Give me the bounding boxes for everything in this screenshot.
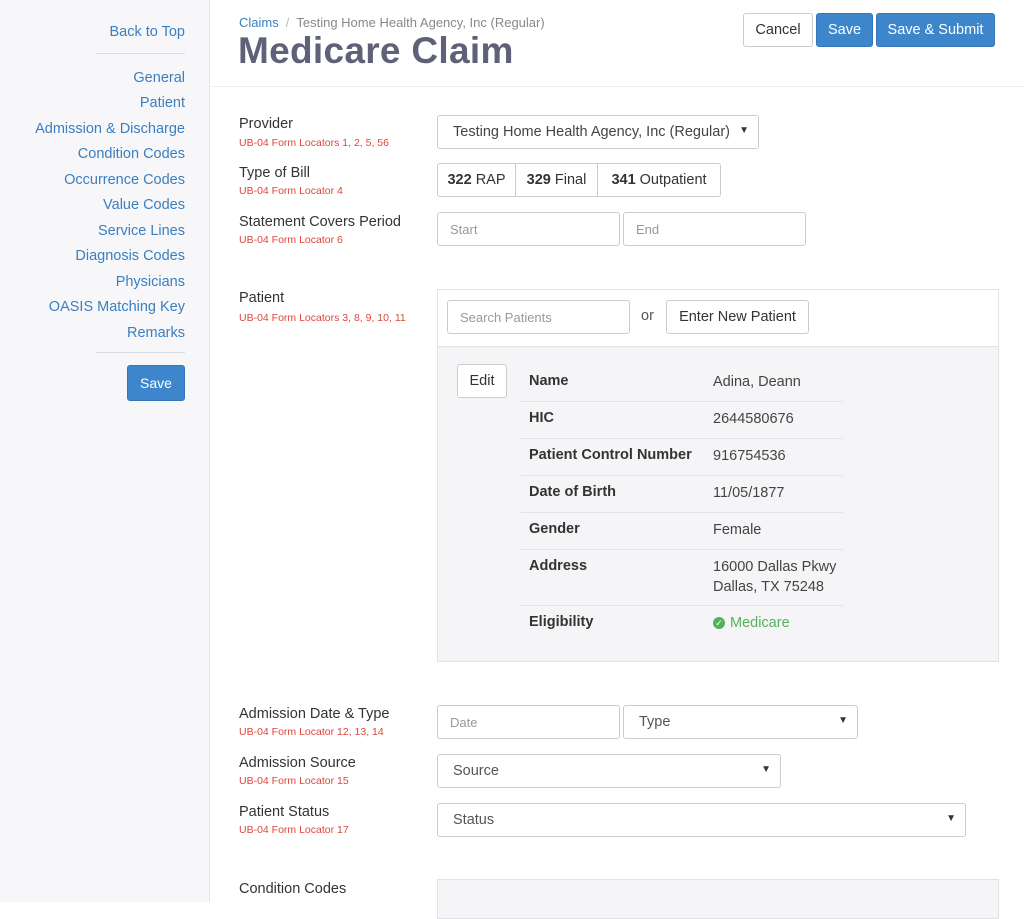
bill-type-code: 322 (447, 172, 472, 188)
provider-select[interactable]: Testing Home Health Agency, Inc (Regular… (437, 115, 759, 149)
patient-info-row: Address 16000 Dallas Pkwy Dallas, TX 752… (521, 549, 843, 606)
provider-select-value: Testing Home Health Agency, Inc (Regular… (453, 124, 730, 140)
caret-down-icon: ▼ (946, 813, 956, 824)
admission-date-type-label: Admission Date & Type (239, 706, 390, 722)
admission-type-select[interactable]: Type ▼ (623, 705, 858, 739)
type-of-bill-label: Type of Bill (239, 165, 310, 181)
bill-type-name: Outpatient (639, 172, 707, 188)
condition-codes-label: Condition Codes (239, 881, 347, 897)
header-divider (211, 86, 1024, 87)
caret-down-icon: ▼ (838, 715, 848, 726)
admission-date-input[interactable]: Date (437, 705, 620, 739)
info-value-line2: Dallas, TX 75248 (713, 579, 824, 595)
info-value: 11/05/1877 (713, 485, 785, 501)
condition-codes-panel (437, 879, 999, 919)
statement-start-input[interactable]: Start (437, 212, 620, 246)
sidebar-item-value-codes[interactable]: Value Codes (103, 197, 185, 213)
cancel-button[interactable]: Cancel (743, 13, 813, 47)
patient-info-row: Eligibility ✓ Medicare (521, 605, 843, 642)
breadcrumb: Claims / Testing Home Health Agency, Inc (… (239, 15, 545, 30)
bill-type-final-button[interactable]: 329 Final (515, 163, 598, 197)
patient-info-row: Name Adina, Deann (521, 364, 843, 402)
bill-type-name: Final (554, 172, 587, 188)
breadcrumb-separator: / (285, 15, 290, 30)
statement-period-label: Statement Covers Period (239, 214, 401, 230)
sidebar-divider (96, 53, 185, 54)
or-text: or (641, 308, 654, 324)
info-value: 916754536 (713, 448, 786, 464)
eligibility-value: ✓ Medicare (713, 613, 790, 633)
info-value: Adina, Deann (713, 374, 801, 390)
sidebar-item-physicians[interactable]: Physicians (116, 274, 185, 290)
provider-label: Provider (239, 116, 293, 132)
edit-patient-button[interactable]: Edit (457, 364, 507, 398)
eligibility-text: Medicare (730, 615, 790, 631)
admission-date-type-locator: UB-04 Form Locator 12, 13, 14 (239, 726, 384, 738)
bill-type-name: RAP (475, 172, 506, 188)
sidebar-item-oasis-matching-key[interactable]: OASIS Matching Key (49, 299, 185, 315)
sidebar-item-service-lines[interactable]: Service Lines (98, 223, 185, 239)
sidebar-divider (96, 352, 185, 353)
patient-info-row: Gender Female (521, 512, 843, 550)
search-patients-input[interactable]: Search Patients (447, 300, 630, 334)
admission-source-select[interactable]: Source ▼ (437, 754, 781, 788)
enter-new-patient-button[interactable]: Enter New Patient (666, 300, 809, 334)
statement-period-locator: UB-04 Form Locator 6 (239, 234, 343, 246)
sidebar-item-admission-discharge[interactable]: Admission & Discharge (35, 121, 185, 137)
admission-source-value: Source (453, 763, 499, 779)
info-key: Address (529, 558, 588, 574)
info-key: Patient Control Number (529, 447, 692, 463)
sidebar-item-occurrence-codes[interactable]: Occurrence Codes (64, 172, 185, 188)
bill-type-outpatient-button[interactable]: 341 Outpatient (597, 163, 721, 197)
bill-type-rap-button[interactable]: 322 RAP (437, 163, 516, 197)
bill-type-code: 329 (526, 172, 551, 188)
caret-down-icon: ▼ (739, 125, 749, 136)
sidebar-item-remarks[interactable]: Remarks (127, 325, 185, 341)
sidebar-item-condition-codes[interactable]: Condition Codes (78, 146, 185, 162)
patient-status-locator: UB-04 Form Locator 17 (239, 824, 349, 836)
info-value: 2644580676 (713, 411, 794, 427)
sidebar: Back to Top General Patient Admission & … (0, 0, 210, 902)
back-to-top-link[interactable]: Back to Top (109, 24, 185, 40)
page-title: Medicare Claim (238, 30, 514, 71)
bill-type-code: 341 (611, 172, 636, 188)
info-value: 16000 Dallas Pkwy (713, 559, 837, 575)
sidebar-save-button[interactable]: Save (127, 365, 185, 401)
admission-type-value: Type (639, 714, 671, 730)
info-key: Name (529, 373, 569, 389)
provider-locator: UB-04 Form Locators 1, 2, 5, 56 (239, 137, 389, 149)
patient-info-row: Date of Birth 11/05/1877 (521, 475, 843, 513)
patient-locator: UB-04 Form Locators 3, 8, 9, 10, 11 (239, 312, 406, 324)
save-button[interactable]: Save (816, 13, 873, 47)
patient-info-row: HIC 2644580676 (521, 401, 843, 439)
save-submit-button[interactable]: Save & Submit (876, 13, 995, 47)
patient-label: Patient (239, 290, 285, 306)
info-value: Female (713, 522, 762, 538)
statement-end-input[interactable]: End (623, 212, 806, 246)
info-key: Gender (529, 521, 580, 537)
caret-down-icon: ▼ (761, 764, 771, 775)
patient-status-label: Patient Status (239, 804, 330, 820)
breadcrumb-current: Testing Home Health Agency, Inc (Regular… (296, 15, 545, 30)
admission-source-label: Admission Source (239, 755, 356, 771)
patient-status-select[interactable]: Status ▼ (437, 803, 966, 837)
patient-status-value: Status (453, 812, 495, 828)
breadcrumb-claims-link[interactable]: Claims (239, 15, 279, 30)
check-circle-icon: ✓ (713, 617, 725, 629)
info-key: HIC (529, 410, 554, 426)
info-key: Date of Birth (529, 484, 616, 500)
sidebar-item-general[interactable]: General (133, 70, 185, 86)
admission-source-locator: UB-04 Form Locator 15 (239, 775, 349, 787)
sidebar-item-patient[interactable]: Patient (140, 95, 185, 111)
type-of-bill-locator: UB-04 Form Locator 4 (239, 185, 343, 197)
sidebar-item-diagnosis-codes[interactable]: Diagnosis Codes (75, 248, 185, 264)
patient-info-row: Patient Control Number 916754536 (521, 438, 843, 476)
info-key: Eligibility (529, 614, 594, 630)
